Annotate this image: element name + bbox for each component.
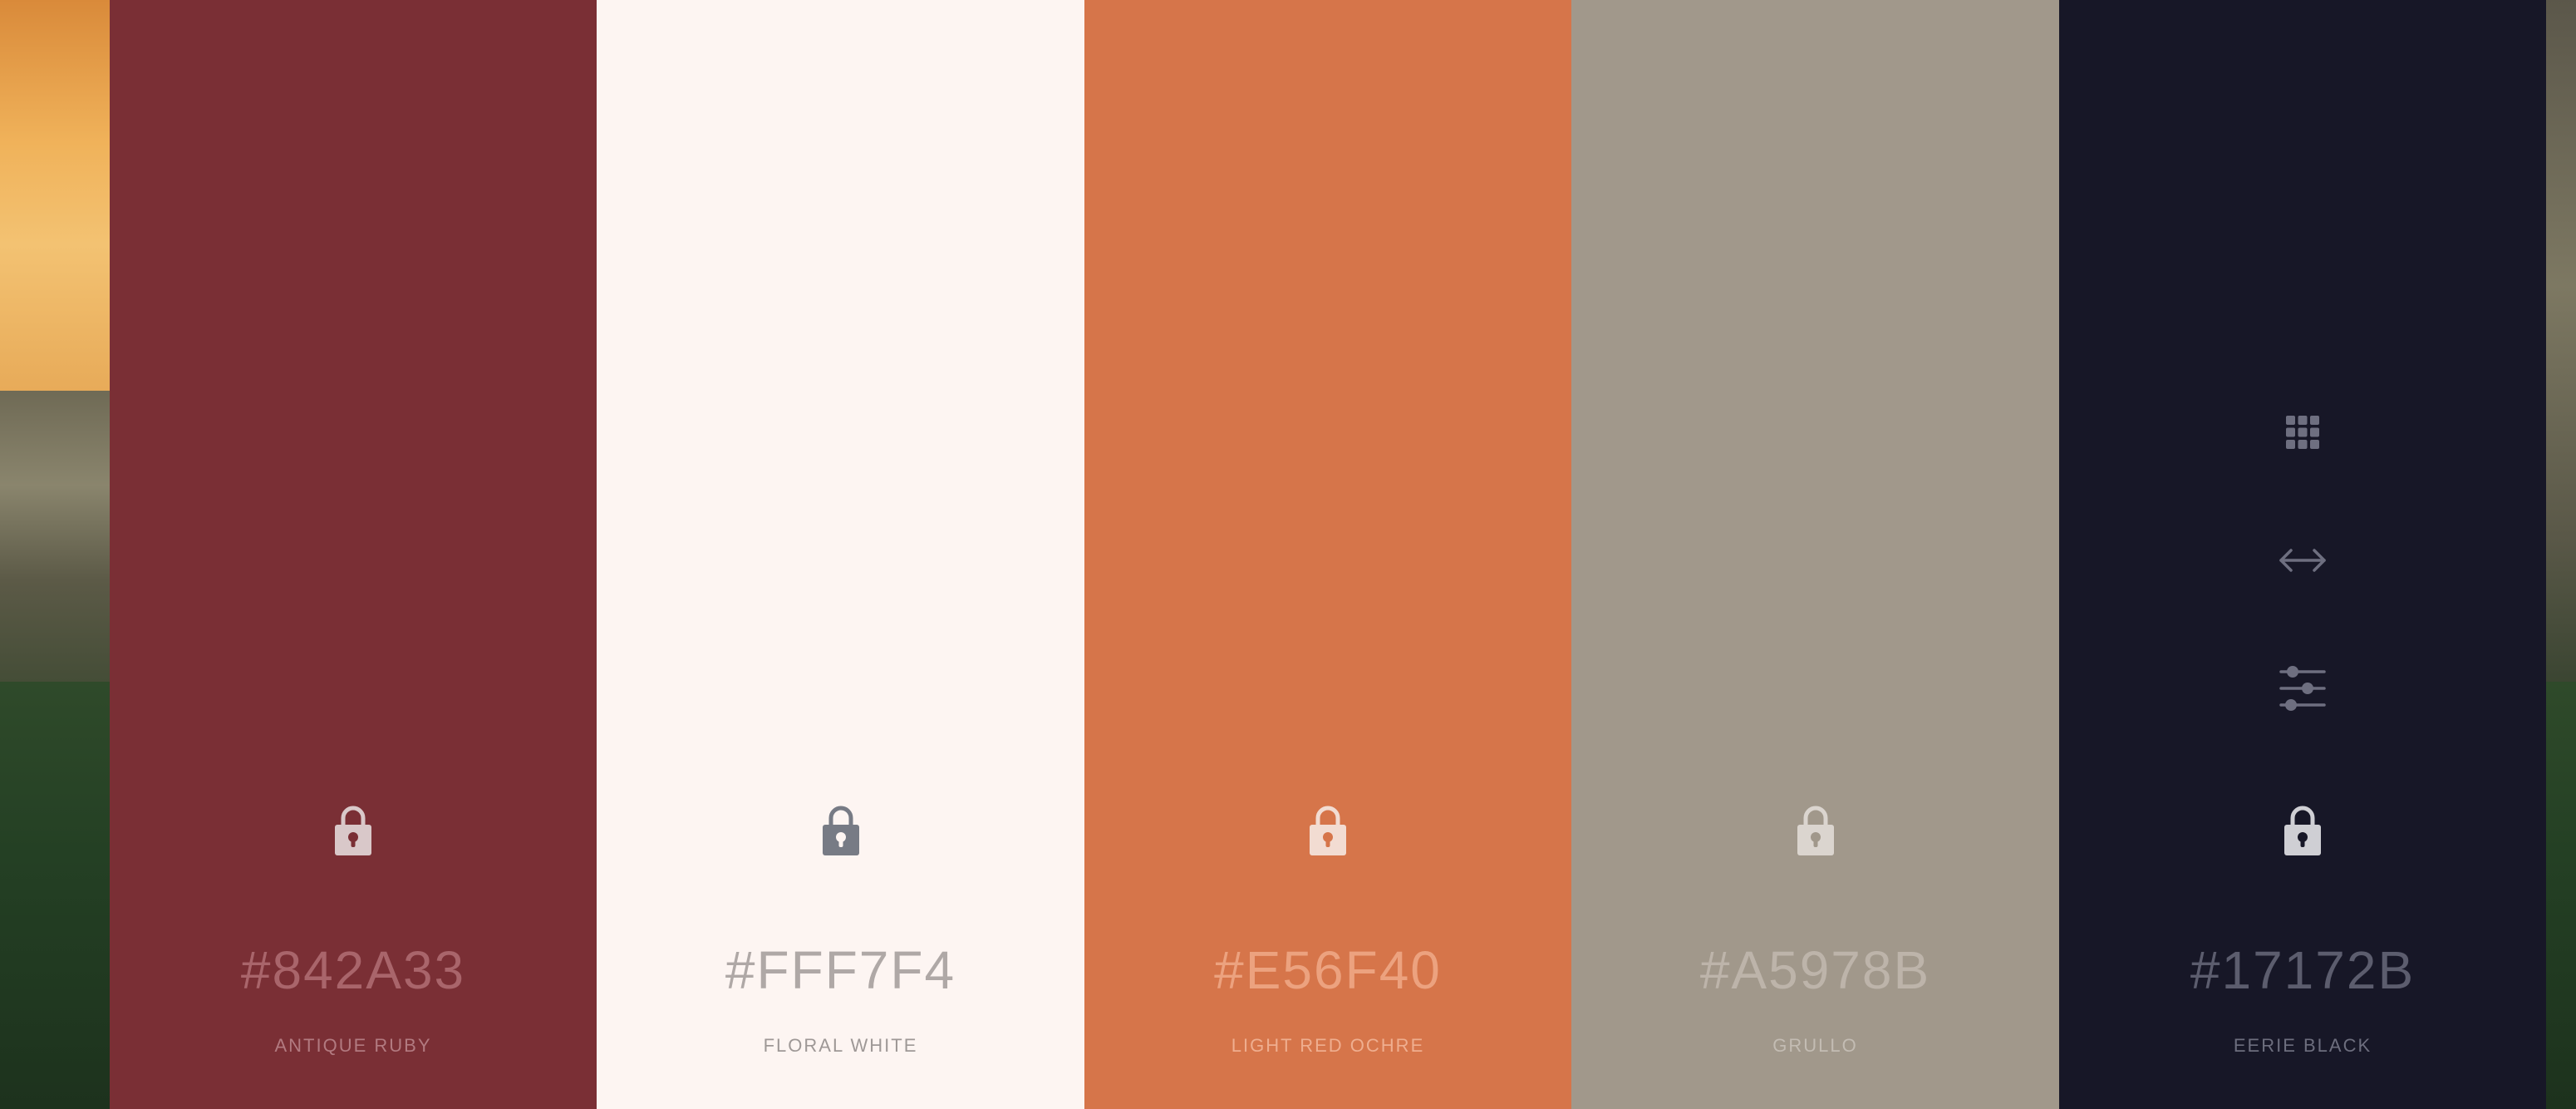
color-name: LIGHT RED OCHRE [1231, 1035, 1425, 1056]
grid-icon[interactable] [2278, 407, 2328, 457]
lock-icon[interactable] [1791, 798, 1841, 856]
color-name: EERIE BLACK [2233, 1035, 2372, 1056]
lock-icon[interactable] [328, 798, 378, 856]
drag-arrows-icon[interactable] [2278, 535, 2328, 585]
lock-icon[interactable] [816, 798, 866, 856]
color-name: ANTIQUE RUBY [274, 1035, 432, 1056]
sliders-icon[interactable] [2278, 663, 2328, 713]
color-name: GRULLO [1772, 1035, 1858, 1056]
hex-code[interactable]: #A5978B [1571, 939, 2059, 1001]
hex-code[interactable]: #842A33 [110, 939, 597, 1001]
swatch-light-red-ochre[interactable]: #E56F40 LIGHT RED OCHRE [1084, 0, 1571, 1109]
swatch-eerie-black[interactable]: #17172B EERIE BLACK [2059, 0, 2546, 1109]
background-photo-right [2546, 0, 2576, 1109]
swatch-grullo[interactable]: #A5978B GRULLO [1571, 0, 2059, 1109]
lock-icon[interactable] [1303, 798, 1353, 856]
hex-code[interactable]: #17172B [2059, 939, 2546, 1001]
swatch-antique-ruby[interactable]: #842A33 ANTIQUE RUBY [110, 0, 597, 1109]
background-photo-left [0, 0, 110, 1109]
swatch-floral-white[interactable]: #FFF7F4 FLORAL WHITE [597, 0, 1084, 1109]
swatch-tools [2059, 407, 2546, 713]
hex-code[interactable]: #E56F40 [1084, 939, 1571, 1001]
hex-code[interactable]: #FFF7F4 [597, 939, 1084, 1001]
lock-icon[interactable] [2278, 798, 2328, 856]
color-palette: #842A33 ANTIQUE RUBY #FFF7F4 FLORAL WHIT… [110, 0, 2546, 1109]
color-name: FLORAL WHITE [763, 1035, 918, 1056]
